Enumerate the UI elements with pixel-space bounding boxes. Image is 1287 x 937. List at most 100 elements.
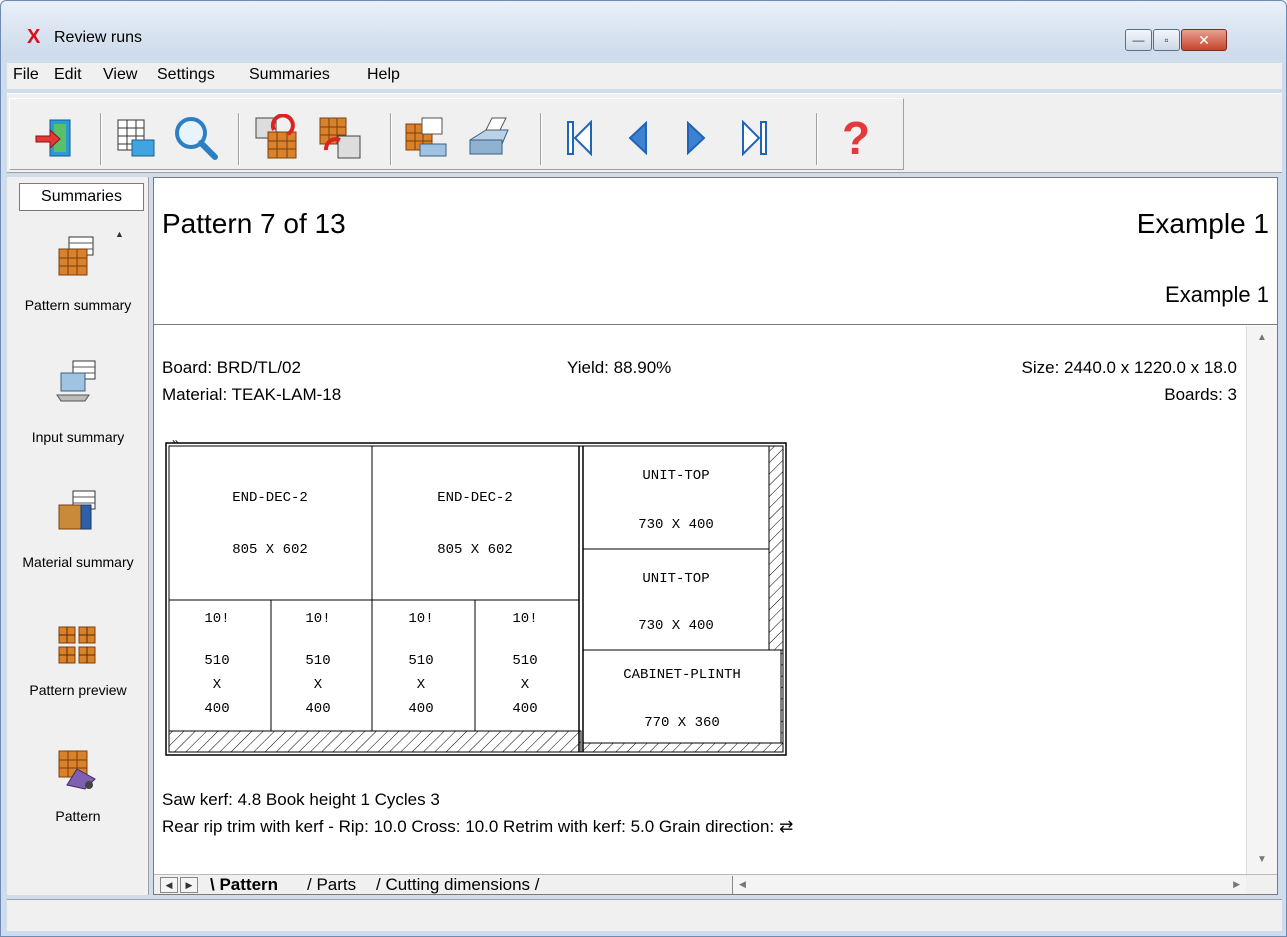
- tab-parts[interactable]: / Parts: [307, 875, 356, 895]
- trim-info: Rear rip trim with kerf - Rip: 10.0 Cros…: [162, 817, 793, 837]
- title-bar[interactable]: X Review runs — ▫ ✕: [1, 1, 1286, 53]
- part-dims-w: 510: [512, 653, 537, 669]
- report-header: Pattern 7 of 13 Example 1 Example 1: [154, 178, 1277, 325]
- part-dims: 730 X 400: [638, 618, 714, 634]
- scroll-up-icon[interactable]: ▲: [1257, 332, 1267, 343]
- horizontal-scrollbar[interactable]: ◀ ▶: [732, 876, 1246, 894]
- toolbar: ?: [7, 93, 1282, 173]
- part-dims: 805 X 602: [232, 542, 308, 558]
- part-dims-w: 510: [305, 653, 330, 669]
- part-dims-x: X: [417, 677, 426, 693]
- toolbar-separator: [540, 113, 542, 165]
- part-label: UNIT-TOP: [642, 468, 709, 484]
- part-label: 10!: [204, 611, 229, 627]
- previous-icon: [628, 121, 647, 155]
- kerf-info: Saw kerf: 4.8 Book height 1 Cycles 3: [162, 790, 440, 809]
- last-button[interactable]: [728, 111, 780, 165]
- status-bar: [7, 899, 1282, 931]
- material-info: Material: TEAK-LAM-18: [162, 385, 342, 404]
- part-label: UNIT-TOP: [642, 571, 709, 587]
- redo-pattern-button[interactable]: [314, 111, 366, 165]
- sheet-tab-bar: ◀ ▶ \ Pattern / Parts / Cutting dimensio…: [154, 874, 1277, 894]
- sidebar-item-pattern[interactable]: Pattern: [7, 808, 149, 825]
- next-button[interactable]: [670, 111, 722, 165]
- menu-settings[interactable]: Settings: [157, 66, 215, 84]
- summaries-header[interactable]: Summaries: [19, 183, 144, 211]
- part-dims-h: 400: [408, 701, 433, 717]
- help-button[interactable]: ?: [830, 111, 882, 165]
- grain-direction-icon: ⇄: [778, 817, 794, 836]
- input-table-icon: [117, 119, 155, 157]
- sidebar-item-pattern-summary[interactable]: Pattern summary: [7, 297, 149, 314]
- menu-bar: File Edit View Settings Summaries Help: [7, 63, 1282, 89]
- application-window: X Review runs — ▫ ✕ File Edit View Setti…: [0, 0, 1287, 937]
- toolbar-separator: [100, 113, 102, 165]
- waste-strip-bottom: [168, 730, 582, 753]
- board-info: Board: BRD/TL/02: [162, 358, 301, 377]
- sidebar-item-pattern-preview[interactable]: Pattern preview: [7, 682, 149, 699]
- print-icon: [469, 117, 509, 155]
- vertical-scrollbar[interactable]: ▲ ▼: [1246, 326, 1277, 874]
- input-table-button[interactable]: [110, 111, 162, 165]
- menu-summaries[interactable]: Summaries: [249, 66, 330, 84]
- first-button[interactable]: [554, 111, 606, 165]
- toolbar-group: ?: [9, 98, 904, 170]
- part-label: END-DEC-2: [437, 490, 513, 506]
- job-title: Example 1: [1136, 208, 1269, 239]
- trim-info-text: Rear rip trim with kerf - Rip: 10.0 Cros…: [162, 817, 775, 836]
- close-button[interactable]: ✕: [1181, 29, 1227, 51]
- scroll-right-icon[interactable]: ▶: [1233, 879, 1240, 890]
- maximize-button[interactable]: ▫: [1153, 29, 1180, 51]
- part-dims-w: 510: [204, 653, 229, 669]
- report-view: Pattern 7 of 13 Example 1 Example 1 Boar…: [153, 177, 1278, 895]
- first-icon: [567, 120, 592, 156]
- help-icon: ?: [841, 112, 871, 164]
- part-dims-w: 510: [408, 653, 433, 669]
- part-dims-x: X: [521, 677, 530, 693]
- app-logo-icon: X: [27, 26, 41, 48]
- next-icon: [687, 121, 706, 155]
- tab-pattern[interactable]: \ Pattern: [210, 875, 278, 895]
- input-summary-icon: [56, 360, 96, 402]
- undo-pattern-button[interactable]: [250, 111, 302, 165]
- tab-parts-label: Parts: [316, 875, 357, 894]
- menu-view[interactable]: View: [103, 66, 137, 84]
- menu-file[interactable]: File: [13, 66, 39, 84]
- part-dims-x: X: [213, 677, 222, 693]
- search-icon: [175, 117, 218, 160]
- pattern-icon: [58, 750, 96, 790]
- part-dims-h: 400: [305, 701, 330, 717]
- part-dims: 805 X 602: [437, 542, 513, 558]
- tab-cutting-dimensions[interactable]: / Cutting dimensions /: [376, 875, 539, 895]
- sidebar-item-input-summary[interactable]: Input summary: [7, 429, 149, 446]
- part-label: 10!: [408, 611, 433, 627]
- scroll-left-icon[interactable]: ◀: [739, 879, 746, 890]
- part-dims-h: 400: [204, 701, 229, 717]
- previous-button[interactable]: [612, 111, 664, 165]
- exit-button[interactable]: [30, 111, 82, 165]
- page-title: Pattern 7 of 13: [162, 208, 346, 239]
- boards-info: Boards: 3: [1164, 385, 1237, 404]
- toolbar-separator: [238, 113, 240, 165]
- part-label: 10!: [305, 611, 330, 627]
- part-label: CABINET-PLINTH: [623, 667, 741, 683]
- tab-next-icon[interactable]: ▶: [180, 877, 198, 893]
- minimize-button[interactable]: —: [1125, 29, 1152, 51]
- print-preview-button[interactable]: [400, 111, 452, 165]
- sidebar-item-material-summary[interactable]: Material summary: [7, 554, 149, 571]
- redo-pattern-icon: [319, 117, 361, 159]
- pattern-preview-icon: [58, 626, 96, 664]
- last-icon: [742, 120, 767, 156]
- part-label: END-DEC-2: [232, 490, 308, 506]
- search-button[interactable]: [170, 111, 222, 165]
- part-dims-h: 400: [512, 701, 537, 717]
- scroll-down-icon[interactable]: ▼: [1257, 854, 1267, 865]
- menu-help[interactable]: Help: [367, 66, 400, 84]
- tab-prev-icon[interactable]: ◀: [160, 877, 178, 893]
- cutting-pattern-diagram[interactable]: » END-DEC-2 805 X 602 END-DEC-2 805 X 60…: [162, 436, 802, 766]
- yield-info: Yield: 88.90%: [567, 358, 672, 377]
- part-dims-x: X: [314, 677, 323, 693]
- menu-edit[interactable]: Edit: [54, 66, 82, 84]
- print-button[interactable]: [462, 111, 514, 165]
- sidebar-scroll-up-icon[interactable]: ▲: [115, 229, 124, 239]
